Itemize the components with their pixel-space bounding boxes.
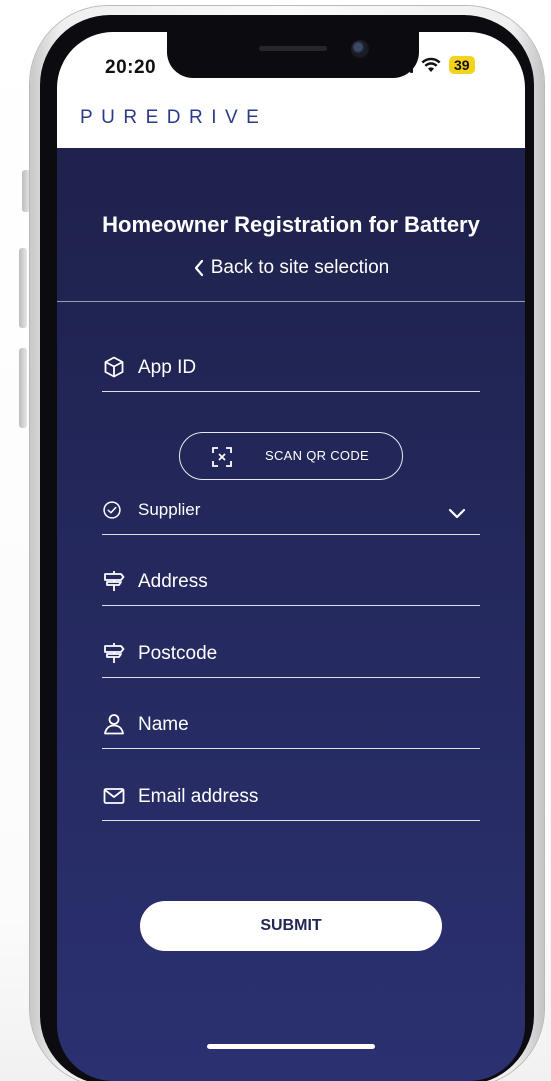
supplier-placeholder: Supplier <box>138 500 201 519</box>
chevron-down-icon[interactable] <box>448 508 466 520</box>
email-field[interactable]: Email address <box>102 772 480 821</box>
qr-scan-icon <box>212 447 232 467</box>
supplier-select[interactable]: Supplier <box>102 487 480 535</box>
home-indicator[interactable] <box>207 1044 375 1049</box>
scan-qr-code-button[interactable]: SCAN QR CODE <box>179 432 403 480</box>
status-time: 20:20 <box>105 57 157 78</box>
box-icon <box>104 356 124 378</box>
wifi-icon <box>421 57 441 72</box>
app-id-field[interactable]: App ID <box>102 343 480 392</box>
camera-notch <box>167 32 419 78</box>
front-camera <box>351 40 369 58</box>
mail-icon <box>103 788 125 804</box>
volume-up-button <box>19 248 27 328</box>
back-to-site-selection-link[interactable]: Back to site selection <box>57 257 525 279</box>
header-divider <box>57 301 525 302</box>
check-circle-icon <box>103 501 121 519</box>
name-field[interactable]: Name <box>102 700 480 749</box>
device-stage: 20:20 39 PUREDRIVE Homeowner Registratio… <box>0 0 551 1081</box>
earpiece-speaker <box>259 46 327 51</box>
phone-screen: 20:20 39 PUREDRIVE Homeowner Registratio… <box>57 32 525 1081</box>
battery-level-badge: 39 <box>449 56 475 74</box>
postcode-field[interactable]: Postcode <box>102 629 480 678</box>
postcode-placeholder: Postcode <box>138 643 218 664</box>
address-field[interactable]: Address <box>102 557 480 606</box>
scan-qr-code-label: SCAN QR CODE <box>265 448 370 463</box>
page-title: Homeowner Registration for Battery <box>102 212 480 237</box>
signpost-icon <box>104 643 125 663</box>
mute-switch <box>22 170 30 212</box>
name-placeholder: Name <box>138 714 189 735</box>
volume-down-button <box>19 348 27 428</box>
user-icon <box>104 714 124 735</box>
address-placeholder: Address <box>138 571 208 592</box>
signpost-icon <box>104 571 125 591</box>
back-link-label: Back to site selection <box>210 257 390 278</box>
chevron-left-icon <box>194 259 203 277</box>
submit-button[interactable]: SUBMIT <box>140 901 442 951</box>
email-placeholder: Email address <box>138 786 259 807</box>
app-id-placeholder: App ID <box>138 357 197 378</box>
brand-logo: PUREDRIVE <box>80 107 268 128</box>
